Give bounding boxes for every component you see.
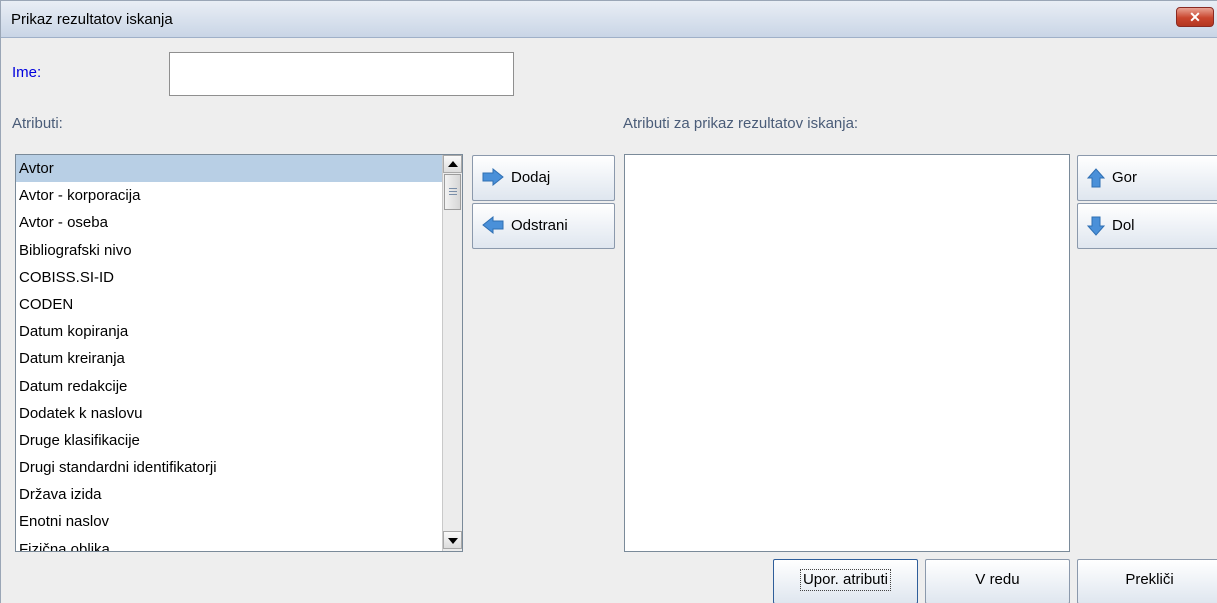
- attributes-list[interactable]: Avtor Avtor - korporacija Avtor - oseba Bib…: [15, 154, 463, 552]
- move-up-button[interactable]: Gor: [1077, 155, 1217, 201]
- close-icon: ✕: [1189, 9, 1201, 25]
- attribute-list-item[interactable]: Avtor - oseba: [16, 209, 442, 236]
- attribute-list-item[interactable]: Enotni naslov: [16, 508, 442, 535]
- attribute-list-item[interactable]: Avtor: [16, 155, 442, 183]
- name-input[interactable]: [169, 52, 514, 96]
- attribute-list-item[interactable]: Datum kreiranja: [16, 345, 442, 372]
- grip-line: [449, 194, 457, 195]
- attribute-list-item[interactable]: Avtor - korporacija: [16, 182, 442, 209]
- arrow-down-icon: [1087, 216, 1105, 236]
- attribute-list-item[interactable]: Drugi standardni identifikatorji: [16, 454, 442, 481]
- ok-button[interactable]: V redu: [925, 559, 1070, 603]
- arrow-left-icon: [482, 216, 504, 234]
- window-title: Prikaz rezultatov iskanja: [11, 11, 173, 28]
- display-attributes-list[interactable]: [624, 154, 1070, 552]
- cancel-button[interactable]: Prekliči: [1077, 559, 1217, 603]
- used-attributes-button[interactable]: Upor. atributi: [773, 559, 918, 603]
- ok-button-label: V redu: [975, 571, 1020, 588]
- move-up-button-label: Gor: [1112, 169, 1138, 186]
- attributes-label: Atributi:: [12, 115, 63, 132]
- add-button[interactable]: Dodaj: [472, 155, 615, 201]
- attribute-list-item[interactable]: Bibliografski nivo: [16, 237, 442, 264]
- add-button-label: Dodaj: [511, 169, 551, 186]
- search-results-display-dialog: Prikaz rezultatov iskanja ✕ Ime: Atribut…: [0, 0, 1217, 603]
- attributes-scrollbar[interactable]: [442, 155, 462, 551]
- move-down-button[interactable]: Dol: [1077, 203, 1217, 249]
- scroll-thumb[interactable]: [444, 174, 461, 210]
- attribute-list-item[interactable]: Druge klasifikacije: [16, 427, 442, 454]
- name-label: Ime:: [12, 64, 42, 81]
- display-attributes-label: Atributi za prikaz rezultatov iskanja:: [623, 115, 859, 132]
- close-button[interactable]: ✕: [1176, 7, 1214, 27]
- grip-line: [449, 191, 457, 192]
- scroll-up-button[interactable]: [443, 155, 462, 173]
- cancel-button-label: Prekliči: [1125, 571, 1174, 588]
- attribute-list-item[interactable]: CODEN: [16, 291, 442, 318]
- attributes-list-items: Avtor Avtor - korporacija Avtor - oseba Bib…: [16, 155, 442, 551]
- attribute-list-item[interactable]: Dodatek k naslovu: [16, 400, 442, 427]
- scroll-down-button[interactable]: [443, 531, 462, 549]
- triangle-up-icon: [448, 161, 458, 167]
- attribute-list-item[interactable]: Fizična oblika: [16, 536, 442, 551]
- remove-button-label: Odstrani: [511, 217, 568, 234]
- remove-button[interactable]: Odstrani: [472, 203, 615, 249]
- attribute-list-item[interactable]: COBISS.SI-ID: [16, 264, 442, 291]
- arrow-right-icon: [482, 168, 504, 186]
- triangle-down-icon: [448, 538, 458, 544]
- arrow-up-icon: [1087, 168, 1105, 188]
- attribute-list-item[interactable]: Država izida: [16, 481, 442, 508]
- title-bar: Prikaz rezultatov iskanja ✕: [1, 1, 1217, 38]
- used-attributes-button-label: Upor. atributi: [799, 569, 892, 591]
- attribute-list-item[interactable]: Datum redakcije: [16, 373, 442, 400]
- attribute-list-item[interactable]: Datum kopiranja: [16, 318, 442, 345]
- grip-line: [449, 188, 457, 189]
- move-down-button-label: Dol: [1112, 217, 1135, 234]
